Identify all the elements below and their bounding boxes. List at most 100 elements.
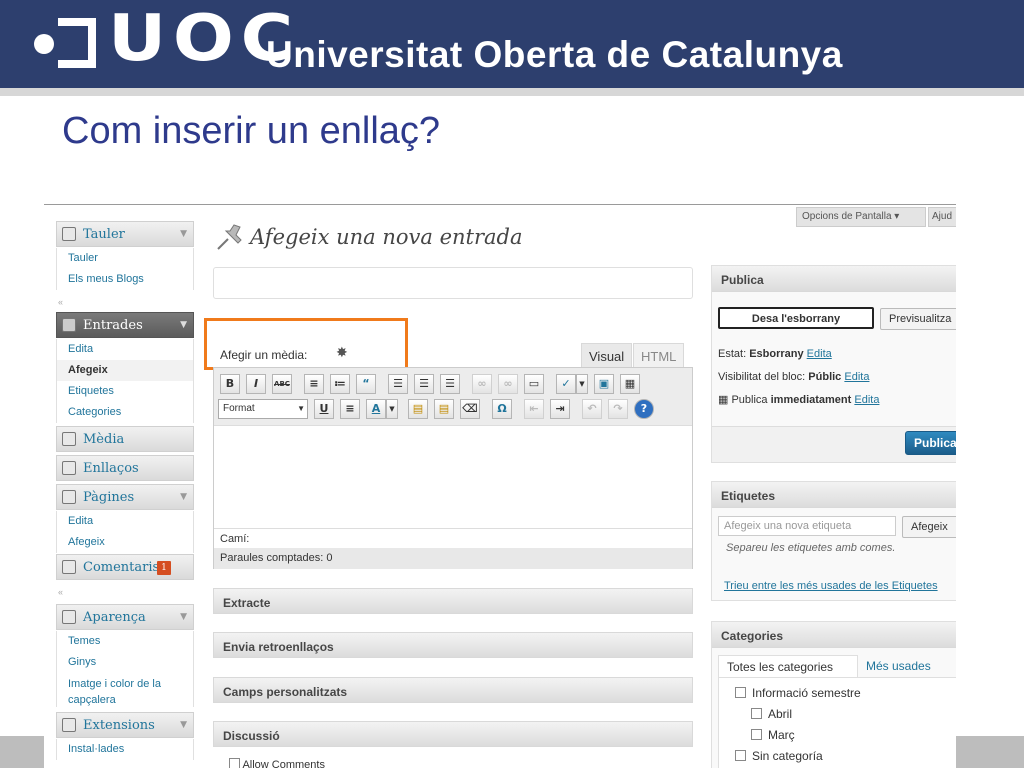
edit-visibility-link[interactable]: Edita bbox=[844, 371, 869, 383]
tags-box-title: Etiquetes bbox=[712, 482, 956, 508]
redo-button[interactable]: ↷ bbox=[608, 399, 628, 419]
schedule-value: immediatament bbox=[770, 394, 852, 406]
tab-most-used[interactable]: Més usades bbox=[866, 659, 931, 673]
spellcheck-dropdown-icon[interactable]: ▼ bbox=[576, 374, 588, 394]
chevron-down-icon[interactable]: ▼ bbox=[180, 320, 187, 330]
chevron-down-icon[interactable]: ▼ bbox=[180, 229, 187, 239]
edit-schedule-link[interactable]: Edita bbox=[854, 394, 879, 406]
fullscreen-button[interactable]: ▣ bbox=[594, 374, 614, 394]
custom-fields-box[interactable]: Camps personalitzats bbox=[213, 677, 693, 703]
text-color-button[interactable]: A bbox=[366, 399, 386, 419]
sidebar-item-appearance[interactable]: Aparença ▼ bbox=[56, 604, 194, 630]
tab-visual[interactable]: Visual bbox=[581, 343, 633, 367]
strikethrough-button[interactable]: ABC bbox=[272, 374, 292, 394]
category-item[interactable]: Sin categoría bbox=[735, 749, 823, 763]
university-name: Universitat Oberta de Catalunya bbox=[266, 34, 843, 75]
format-select[interactable]: Format ▼ bbox=[218, 399, 308, 419]
more-tag-button[interactable]: ▭ bbox=[524, 374, 544, 394]
preview-button[interactable]: Previsualitza bbox=[880, 308, 956, 330]
align-left-button[interactable]: ☰ bbox=[388, 374, 408, 394]
help-button[interactable]: Ajud bbox=[928, 207, 956, 227]
help-icon[interactable]: ? bbox=[634, 399, 654, 419]
choose-tags-link[interactable]: Trieu entre les més usades de les Etique… bbox=[724, 580, 938, 592]
submenu-item-installed[interactable]: Instal·lades bbox=[57, 739, 193, 760]
text-color-dropdown-icon[interactable]: ▼ bbox=[386, 399, 398, 419]
sidebar-item-entrades[interactable]: Entrades ▼ bbox=[56, 312, 194, 338]
collapse-arrow-icon[interactable]: « bbox=[58, 297, 63, 307]
submenu-item-themes[interactable]: Temes bbox=[57, 631, 193, 652]
comment-icon bbox=[62, 560, 76, 574]
submenu-item-edit[interactable]: Edita bbox=[57, 511, 193, 532]
sidebar-item-pages[interactable]: Pàgines ▼ bbox=[56, 484, 194, 510]
excerpt-box[interactable]: Extracte bbox=[213, 588, 693, 614]
italic-button[interactable]: I bbox=[246, 374, 266, 394]
allow-comments-option[interactable]: Allow Comments bbox=[229, 757, 325, 768]
special-char-button[interactable]: Ω bbox=[492, 399, 512, 419]
checkbox[interactable] bbox=[229, 758, 240, 768]
checkbox[interactable] bbox=[735, 750, 746, 761]
submenu-item-my-blogs[interactable]: Els meus Blogs bbox=[57, 269, 193, 290]
submenu-item-categories[interactable]: Categories bbox=[57, 402, 193, 423]
pages-icon bbox=[62, 490, 76, 504]
spellcheck-button[interactable]: ✓ bbox=[556, 374, 576, 394]
save-draft-button[interactable]: Desa l'esborrany bbox=[718, 307, 874, 329]
outdent-button[interactable]: ⇤ bbox=[524, 399, 544, 419]
blockquote-button[interactable]: “ bbox=[356, 374, 376, 394]
submenu-item-tauler[interactable]: Tauler bbox=[57, 248, 193, 269]
tab-html[interactable]: HTML bbox=[633, 343, 685, 367]
post-title-input[interactable] bbox=[213, 267, 693, 299]
numbered-list-button[interactable]: ≔ bbox=[330, 374, 350, 394]
chevron-down-icon[interactable]: ▼ bbox=[180, 720, 187, 730]
collapse-arrow-icon[interactable]: « bbox=[58, 587, 63, 597]
bold-button[interactable]: B bbox=[220, 374, 240, 394]
submenu-item-add[interactable]: Afegeix bbox=[57, 360, 193, 381]
sidebar-item-links[interactable]: Enllaços bbox=[56, 455, 194, 481]
kitchen-sink-button[interactable]: ▦ bbox=[620, 374, 640, 394]
remove-format-button[interactable]: ⌫ bbox=[460, 399, 480, 419]
schedule-label: Publica bbox=[731, 394, 768, 406]
submenu-item-widgets[interactable]: Ginys bbox=[57, 652, 193, 673]
publish-button[interactable]: Publica bbox=[905, 431, 956, 455]
paste-text-button[interactable]: ▤ bbox=[408, 399, 428, 419]
edit-status-link[interactable]: Edita bbox=[807, 348, 832, 360]
sidebar-item-media[interactable]: Mèdia bbox=[56, 426, 194, 452]
paste-word-button[interactable]: ▤ bbox=[434, 399, 454, 419]
tab-all-categories[interactable]: Totes les categories bbox=[718, 655, 858, 677]
publish-box-title: Publica bbox=[712, 266, 956, 292]
indent-button[interactable]: ⇥ bbox=[550, 399, 570, 419]
submenu-item-edit[interactable]: Edita bbox=[57, 339, 193, 360]
category-item[interactable]: Març bbox=[751, 728, 795, 742]
sidebar-item-comments[interactable]: Comentaris 1 bbox=[56, 554, 194, 580]
checkbox[interactable] bbox=[751, 708, 762, 719]
chevron-down-icon[interactable]: ▼ bbox=[180, 612, 187, 622]
discussion-box[interactable]: Discussió bbox=[213, 721, 693, 747]
trackbacks-box[interactable]: Envia retroenllaços bbox=[213, 632, 693, 658]
chevron-down-icon: ▼ bbox=[297, 404, 305, 413]
sidebar-item-label: Aparença bbox=[83, 610, 146, 625]
add-tag-button[interactable]: Afegeix bbox=[902, 516, 956, 538]
sidebar-item-plugins[interactable]: Extensions ▼ bbox=[56, 712, 194, 738]
add-media-icon[interactable]: ✸ bbox=[336, 344, 348, 361]
submenu-item-header[interactable]: Imatge i color de la capçalera bbox=[57, 673, 193, 707]
unlink-button[interactable]: ∞ bbox=[498, 374, 518, 394]
checkbox[interactable] bbox=[751, 729, 762, 740]
justify-button[interactable]: ≡ bbox=[340, 399, 360, 419]
submenu-item-tags[interactable]: Etiquetes bbox=[57, 381, 193, 402]
undo-button[interactable]: ↶ bbox=[582, 399, 602, 419]
editor-content-area[interactable] bbox=[214, 426, 692, 528]
checkbox[interactable] bbox=[735, 687, 746, 698]
category-item[interactable]: Abril bbox=[751, 707, 792, 721]
submenu-item-add[interactable]: Afegeix bbox=[57, 532, 193, 553]
sidebar-item-tauler[interactable]: Tauler ▼ bbox=[56, 221, 194, 247]
link-button[interactable]: ∞ bbox=[472, 374, 492, 394]
chevron-down-icon[interactable]: ▼ bbox=[180, 492, 187, 502]
screen-options-button[interactable]: Opcions de Pantalla ▾ bbox=[796, 207, 926, 227]
calendar-icon: ▦ bbox=[718, 394, 729, 406]
align-center-button[interactable]: ☰ bbox=[414, 374, 434, 394]
add-media-label: Afegir un mèdia: bbox=[220, 348, 308, 362]
align-right-button[interactable]: ☰ bbox=[440, 374, 460, 394]
bullet-list-button[interactable]: ≡ bbox=[304, 374, 324, 394]
new-tag-input[interactable]: Afegeix una nova etiqueta bbox=[718, 516, 896, 536]
category-item[interactable]: Informació semestre bbox=[735, 686, 861, 700]
underline-button[interactable]: U bbox=[314, 399, 334, 419]
